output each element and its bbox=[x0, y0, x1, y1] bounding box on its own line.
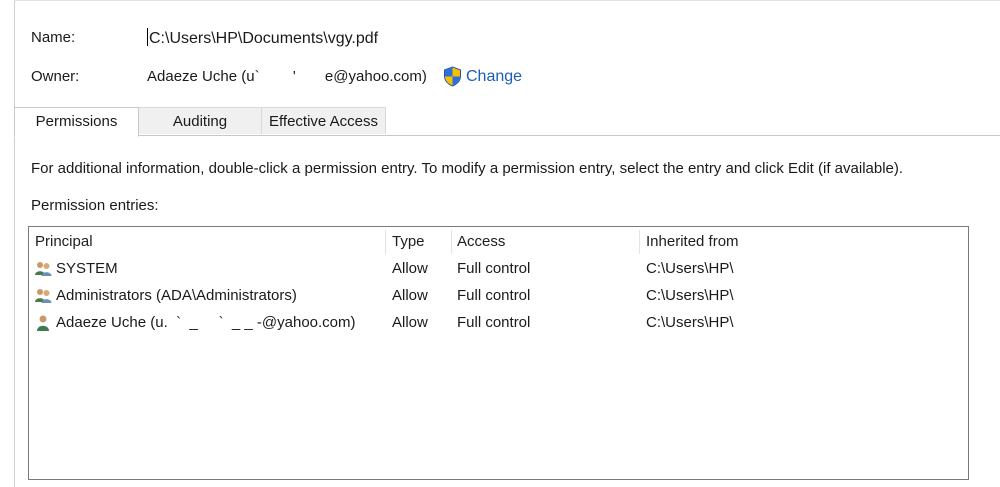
name-field[interactable]: C:\Users\HP\Documents\vgy.pdf bbox=[147, 28, 378, 48]
owner-label: Owner: bbox=[31, 68, 80, 85]
access-cell: Full control bbox=[457, 287, 531, 304]
change-owner-link[interactable]: Change bbox=[466, 68, 522, 86]
inherited-from-cell: C:\Users\HP\ bbox=[646, 314, 734, 331]
column-separator[interactable] bbox=[639, 230, 640, 254]
column-header-type[interactable]: Type bbox=[392, 233, 425, 250]
type-cell: Allow bbox=[392, 287, 428, 304]
tab-auditing[interactable]: Auditing bbox=[138, 107, 262, 134]
dialog-top-border bbox=[14, 0, 1000, 1]
user-icon bbox=[37, 315, 49, 331]
access-cell: Full control bbox=[457, 260, 531, 277]
type-cell: Allow bbox=[392, 314, 428, 331]
column-separator[interactable] bbox=[451, 230, 452, 254]
name-value: C:\Users\HP\Documents\vgy.pdf bbox=[149, 30, 379, 47]
text-caret bbox=[147, 28, 148, 46]
group-users-icon bbox=[35, 289, 52, 303]
column-header-inherited-from[interactable]: Inherited from bbox=[646, 233, 739, 250]
info-text: For additional information, double-click… bbox=[31, 160, 904, 177]
uac-shield-icon bbox=[444, 66, 461, 87]
inherited-from-cell: C:\Users\HP\ bbox=[646, 287, 734, 304]
tab-strip: Permissions Auditing Effective Access bbox=[14, 107, 1000, 137]
dialog-left-border bbox=[14, 0, 15, 487]
principal-cell: Administrators (ADA\Administrators) bbox=[56, 287, 297, 304]
access-cell: Full control bbox=[457, 314, 531, 331]
column-separator[interactable] bbox=[385, 230, 386, 254]
permission-entries-list[interactable]: Principal Type Access Inherited from SYS… bbox=[28, 226, 969, 480]
tab-effective-access[interactable]: Effective Access bbox=[261, 107, 386, 134]
principal-cell: Adaeze Uche (u. ` _ ` _ _ ‑@yahoo.com) bbox=[56, 314, 356, 331]
inherited-from-cell: C:\Users\HP\ bbox=[646, 260, 734, 277]
name-label: Name: bbox=[31, 29, 76, 46]
tab-permissions[interactable]: Permissions bbox=[14, 107, 139, 137]
column-header-access[interactable]: Access bbox=[457, 233, 505, 250]
owner-value: Adaeze Uche (u` ' e@yahoo.com) bbox=[147, 68, 427, 85]
permission-entries-label: Permission entries: bbox=[31, 197, 159, 214]
column-header-principal[interactable]: Principal bbox=[35, 233, 93, 250]
tab-divider bbox=[14, 135, 1000, 136]
group-users-icon bbox=[35, 262, 52, 276]
type-cell: Allow bbox=[392, 260, 428, 277]
principal-cell: SYSTEM bbox=[56, 260, 118, 277]
